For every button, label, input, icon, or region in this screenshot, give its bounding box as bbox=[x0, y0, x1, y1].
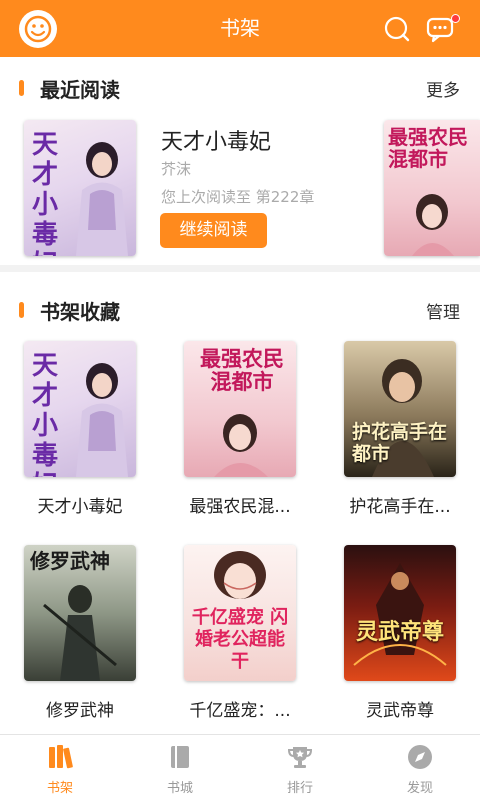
smiley-face-icon[interactable] bbox=[19, 10, 57, 48]
compass-icon bbox=[406, 743, 434, 771]
section-divider bbox=[0, 265, 480, 272]
more-button[interactable]: 更多 bbox=[426, 76, 460, 101]
tab-discover[interactable]: 发现 bbox=[360, 735, 480, 800]
cover-title-text: 最强农民混都市 bbox=[200, 346, 284, 394]
recent-section-title: 最近阅读 bbox=[40, 78, 120, 102]
notification-dot bbox=[451, 14, 460, 23]
top-bar: 书架 bbox=[0, 0, 480, 57]
shelf-book-cover[interactable]: 修罗武神 bbox=[24, 545, 136, 681]
cover-title-text: 最强农民混都市 bbox=[388, 125, 468, 171]
cover-title-text: 灵武帝尊 bbox=[355, 619, 444, 645]
trophy-icon bbox=[286, 743, 314, 771]
next-recent-book-cover[interactable]: 最强农民混都市 bbox=[384, 120, 480, 256]
tab-label: 排行 bbox=[286, 781, 313, 796]
search-icon[interactable] bbox=[382, 14, 412, 44]
continue-reading-button[interactable]: 继续阅读 bbox=[160, 213, 267, 248]
shelf-book-cover[interactable]: 最强农民混都市 bbox=[184, 341, 296, 477]
tab-label: 书架 bbox=[46, 781, 73, 796]
shelf-section-title: 书架收藏 bbox=[40, 300, 120, 324]
bottom-tab-bar: 书架 书城 排行 发现 bbox=[0, 734, 480, 800]
shelf-book-cover[interactable]: 灵武帝尊 bbox=[344, 545, 456, 681]
cover-title-text: 天才小毒妃 bbox=[32, 130, 59, 256]
shelf-book-title[interactable]: 最强农民混... bbox=[165, 492, 315, 517]
bookshelf-icon bbox=[46, 743, 74, 771]
shelf-section-header: 书架收藏 管理 bbox=[0, 290, 480, 330]
shelf-book-cover[interactable]: 护花高手在都市 bbox=[344, 341, 456, 477]
shelf-book-title[interactable]: 千亿盛宠：... bbox=[165, 696, 315, 721]
cover-title-text: 修罗武神 bbox=[30, 549, 110, 573]
cover-title-text: 千亿盛宠 闪婚老公超能干 bbox=[191, 607, 289, 672]
cover-title-text: 天才小毒妃 bbox=[32, 351, 59, 477]
tab-bookshelf[interactable]: 书架 bbox=[0, 735, 120, 800]
recent-book-author: 芥沫 bbox=[161, 160, 192, 178]
section-marker bbox=[19, 302, 24, 318]
shelf-book-title[interactable]: 护花高手在... bbox=[325, 492, 475, 517]
shelf-book-cover[interactable]: 千亿盛宠 闪婚老公超能干 bbox=[184, 545, 296, 681]
shelf-book-cover[interactable]: 天才小毒妃 bbox=[24, 341, 136, 477]
shelf-book-title[interactable]: 天才小毒妃 bbox=[5, 492, 155, 517]
recent-book-title[interactable]: 天才小毒妃 bbox=[161, 124, 271, 156]
section-marker bbox=[19, 80, 24, 96]
manage-button[interactable]: 管理 bbox=[426, 298, 460, 323]
cover-title-text: 护花高手在都市 bbox=[352, 421, 448, 465]
tab-bookstore[interactable]: 书城 bbox=[120, 735, 240, 800]
recent-section-header: 最近阅读 更多 bbox=[0, 68, 480, 108]
recent-book-cover[interactable]: 天才小毒妃 bbox=[24, 120, 136, 256]
reading-progress: 您上次阅读至 第222章 bbox=[161, 188, 315, 206]
tab-ranking[interactable]: 排行 bbox=[240, 735, 360, 800]
tab-label: 书城 bbox=[166, 781, 193, 796]
book-icon bbox=[166, 743, 194, 771]
shelf-book-title[interactable]: 修罗武神 bbox=[5, 696, 155, 721]
shelf-book-title[interactable]: 灵武帝尊 bbox=[325, 696, 475, 721]
tab-label: 发现 bbox=[406, 781, 433, 796]
